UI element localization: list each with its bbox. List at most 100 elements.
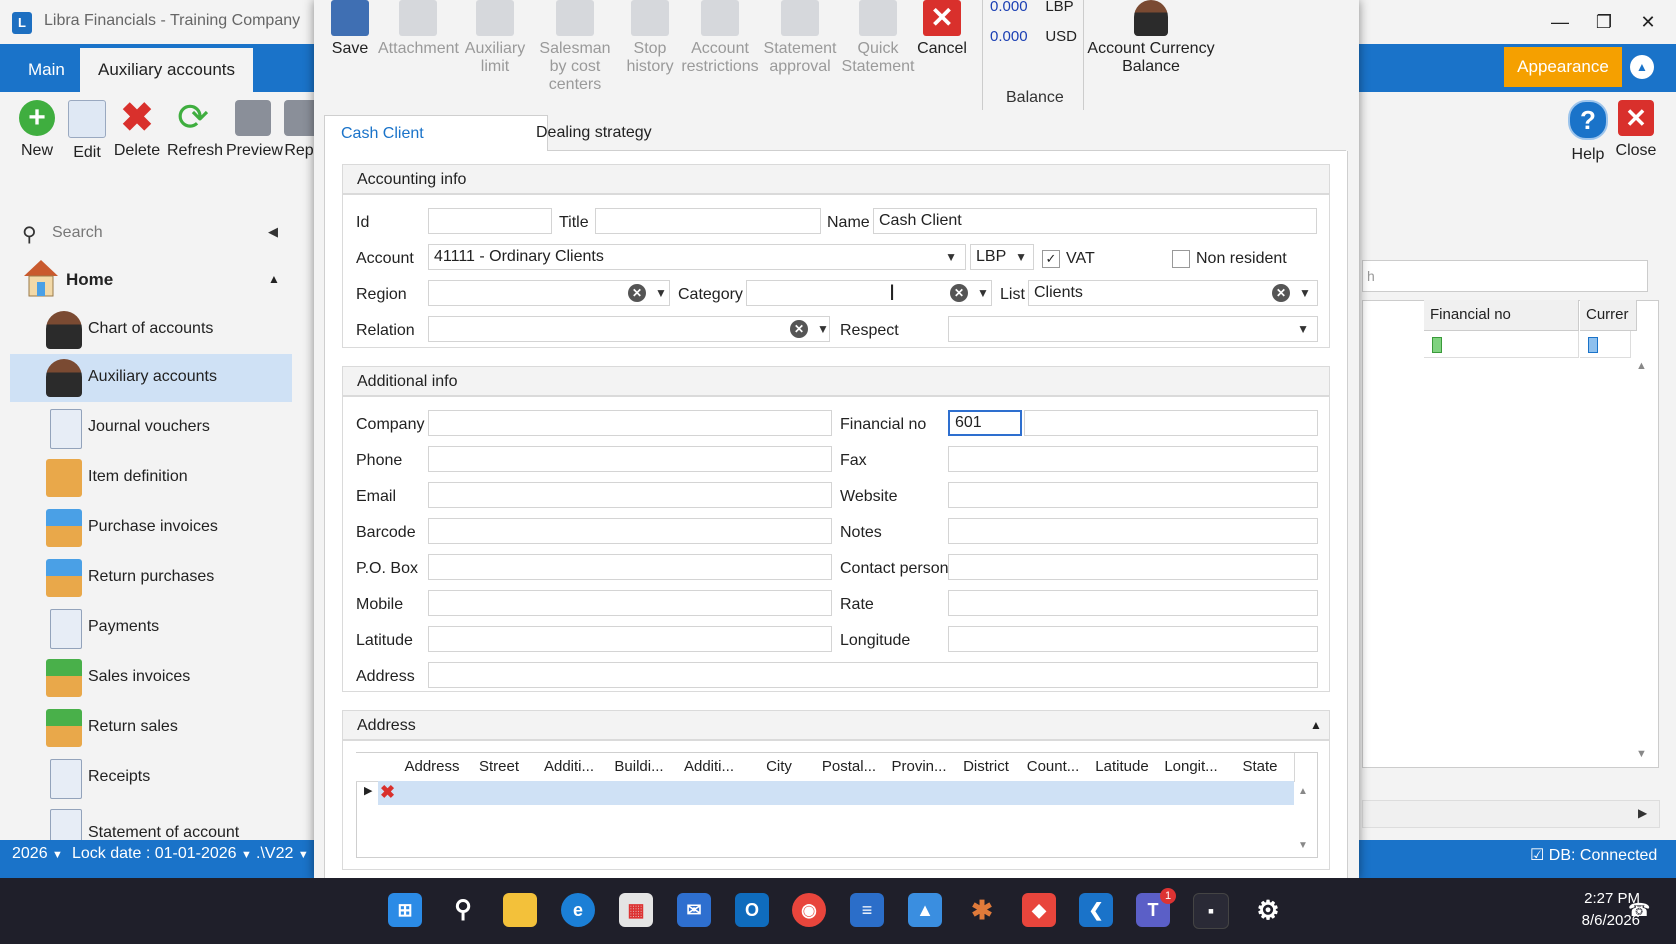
edit-button[interactable]: Edit (61, 100, 113, 162)
minimize-icon[interactable]: — (1540, 8, 1580, 36)
version-select[interactable]: .\V22 ▼ (256, 845, 309, 863)
close-button[interactable]: ✕ Close (1610, 100, 1662, 160)
contact-person-field[interactable] (948, 554, 1318, 580)
column-header[interactable]: State (1226, 753, 1295, 782)
email-field[interactable] (428, 482, 832, 508)
chevron-up-icon[interactable]: ▲ (268, 272, 280, 286)
delete-row-icon[interactable]: ✖ (380, 782, 395, 803)
attachment-button[interactable]: Attachment (378, 0, 459, 58)
column-header[interactable]: Street (464, 753, 535, 782)
tab-dealing-strategy[interactable]: Dealing strategy (520, 115, 668, 151)
salesman-cost-centers-button[interactable]: Salesman by cost centers (530, 0, 620, 94)
column-header[interactable]: District (954, 753, 1019, 782)
tab-cash-client[interactable]: Cash Client (324, 115, 548, 152)
libra-app-icon[interactable]: ▪ (1193, 893, 1229, 929)
column-header[interactable]: Additi... (674, 753, 745, 782)
account-restrictions-button[interactable]: Account restrictions (680, 0, 760, 76)
rate-field[interactable] (948, 590, 1318, 616)
stop-history-button[interactable]: Stop history (620, 0, 680, 76)
column-header[interactable]: City (744, 753, 815, 782)
clear-icon[interactable]: ✕ (628, 284, 646, 302)
column-header[interactable]: Currer (1580, 300, 1637, 331)
chevron-down-icon[interactable]: ▼ (977, 286, 989, 300)
chevron-down-icon[interactable]: ▼ (1299, 286, 1311, 300)
sidebar-item-auxiliary-accounts[interactable]: Auxiliary accounts (10, 354, 292, 402)
column-header[interactable]: Financial no (1424, 300, 1579, 331)
column-header[interactable]: Latitude (1088, 753, 1157, 782)
restore-icon[interactable]: ❐ (1584, 8, 1624, 36)
help-button[interactable]: ? Help (1562, 100, 1614, 164)
account-select[interactable]: 41111 - Ordinary Clients ▼ (428, 244, 966, 270)
report-button[interactable]: Rep (284, 100, 314, 160)
mail-icon[interactable]: ✉ (677, 893, 711, 927)
financial-no-extra-field[interactable] (1024, 410, 1318, 436)
currency-select[interactable]: LBP ▼ (970, 244, 1034, 270)
barcode-field[interactable] (428, 518, 832, 544)
search-taskbar-icon[interactable]: ⚲ (446, 893, 480, 927)
column-header[interactable]: Additi... (534, 753, 605, 782)
statement-approval-button[interactable]: Statement approval (760, 0, 840, 76)
clock-date[interactable]: 8/6/2026 (1550, 912, 1640, 929)
title-field[interactable] (595, 208, 821, 234)
sidebar-item-journal-vouchers[interactable]: Journal vouchers (10, 404, 292, 452)
column-header[interactable]: Address (400, 753, 465, 782)
sidebar-item-chart-of-accounts[interactable]: Chart of accounts (10, 306, 292, 354)
appearance-button[interactable]: Appearance (1504, 47, 1622, 87)
delete-button[interactable]: ✖ Delete (111, 98, 163, 160)
scroll-up-icon[interactable]: ▲ (1298, 786, 1308, 797)
notes-field[interactable] (948, 518, 1318, 544)
clear-icon[interactable]: ✕ (790, 320, 808, 338)
horizontal-scrollbar[interactable] (1362, 800, 1660, 828)
chevron-up-icon[interactable]: ▲ (1310, 718, 1322, 732)
cancel-button[interactable]: ✕ Cancel (902, 0, 982, 58)
refresh-button[interactable]: ⟳ Refresh (167, 99, 223, 160)
spark-icon[interactable]: ✱ (965, 893, 999, 927)
column-header[interactable]: Count... (1018, 753, 1089, 782)
relation-select[interactable] (428, 316, 830, 342)
id-field[interactable] (428, 208, 552, 234)
lock-date-select[interactable]: Lock date : 01-01-2026 ▼ (72, 845, 252, 863)
clear-icon[interactable]: ✕ (1272, 284, 1290, 302)
grid-search-input[interactable]: h (1362, 260, 1648, 292)
non-resident-checkbox[interactable] (1172, 250, 1190, 268)
collapse-ribbon-icon[interactable]: ▲ (1630, 55, 1654, 79)
name-field[interactable]: Cash Client (873, 208, 1317, 234)
column-header[interactable]: Buildi... (604, 753, 675, 782)
sidebar-item-return-sales[interactable]: Return sales (10, 704, 292, 752)
scroll-right-icon[interactable]: ▶ (1638, 806, 1647, 820)
notification-bell-icon[interactable]: ☎ (1628, 900, 1650, 921)
outlook-icon[interactable]: O (735, 893, 769, 927)
chevron-down-icon[interactable]: ▼ (817, 322, 829, 336)
company-field[interactable] (428, 410, 832, 436)
scroll-down-icon[interactable]: ▼ (1636, 748, 1647, 760)
edge-icon[interactable]: e (561, 893, 595, 927)
fax-field[interactable] (948, 446, 1318, 472)
sidebar-item-item-definition[interactable]: Item definition (10, 454, 292, 502)
po-box-field[interactable] (428, 554, 832, 580)
auxiliary-limit-button[interactable]: Auxiliary limit (460, 0, 530, 76)
phone-field[interactable] (428, 446, 832, 472)
longitude-field[interactable] (948, 626, 1318, 652)
sidebar-item-return-purchases[interactable]: Return purchases (10, 554, 292, 602)
sidebar-item-receipts[interactable]: Receipts (10, 754, 292, 802)
grid-cell[interactable] (1424, 331, 1579, 358)
grid-cell[interactable] (1580, 331, 1631, 358)
start-icon[interactable]: ⊞ (388, 893, 422, 927)
mobile-field[interactable] (428, 590, 832, 616)
anydesk-icon[interactable]: ◆ (1022, 893, 1056, 927)
latitude-field[interactable] (428, 626, 832, 652)
column-header[interactable]: Longit... (1156, 753, 1227, 782)
table-row[interactable] (378, 781, 1294, 805)
scroll-down-icon[interactable]: ▼ (1298, 840, 1308, 851)
scroll-up-icon[interactable]: ▲ (1636, 360, 1647, 372)
preview-button[interactable]: Preview (226, 100, 283, 160)
account-currency-balance-button[interactable]: Account Currency Balance (1086, 0, 1216, 76)
vscode-icon[interactable]: ❮ (1079, 893, 1113, 927)
column-header[interactable]: Postal... (814, 753, 885, 782)
sidebar-item-statement-of-account[interactable]: Statement of account (10, 804, 292, 840)
search-input[interactable]: Search (52, 224, 103, 242)
file-explorer-icon[interactable] (503, 893, 537, 927)
collapse-sidebar-icon[interactable]: ◀ (268, 224, 278, 240)
website-field[interactable] (948, 482, 1318, 508)
vat-checkbox[interactable]: ✓ (1042, 250, 1060, 268)
